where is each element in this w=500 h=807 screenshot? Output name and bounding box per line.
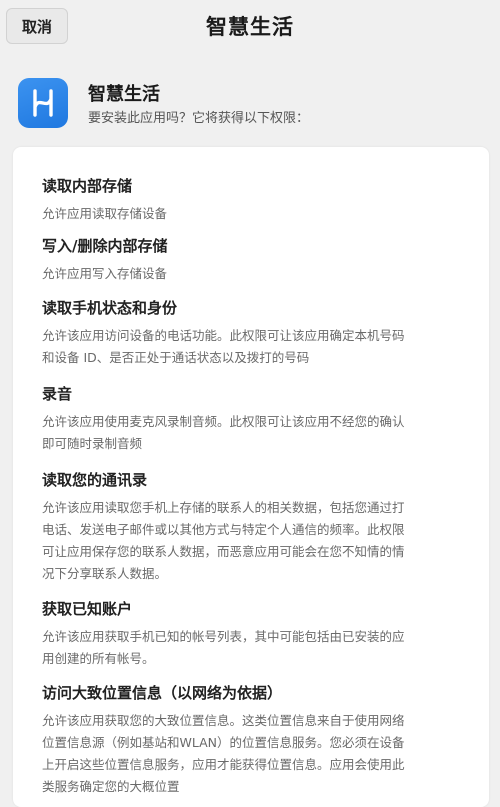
permission-description: 允许应用读取存储设备 <box>42 203 462 225</box>
permission-description-line: 允许该应用读取您手机上存储的联系人的相关数据，包括您通过打 <box>42 500 405 515</box>
permission-item-coarse-location: 访问大致位置信息（以网络为依据） 允许该应用获取您的大致位置信息。这类位置信息来… <box>42 682 462 798</box>
permission-description-line: 允许该应用访问设备的电话功能。此权限可让该应用确定本机号码 <box>42 328 405 343</box>
permission-title: 读取您的通讯录 <box>42 471 148 489</box>
permission-title: 访问大致位置信息（以网络为依据） <box>42 684 283 702</box>
permission-description-line: 类服务确定您的大概位置 <box>42 779 180 794</box>
permission-description: 允许该应用访问设备的电话功能。此权限可让该应用确定本机号码 和设备 ID、是否正… <box>42 325 462 369</box>
permission-description: 允许该应用获取手机已知的帐号列表，其中可能包括由已安装的应 用创建的所有帐号。 <box>42 626 462 670</box>
permission-description: 允许该应用获取您的大致位置信息。这类位置信息来自于使用网络 位置信息源（例如基站… <box>42 710 462 798</box>
permissions-list[interactable]: 读取内部存储 允许应用读取存储设备 写入/删除内部存储 允许应用写入存储设备 读… <box>13 147 489 807</box>
permission-item-read-storage: 读取内部存储 允许应用读取存储设备 <box>42 175 462 225</box>
permission-description: 允许该应用读取您手机上存储的联系人的相关数据，包括您通过打 电话、发送电子邮件或… <box>42 497 462 585</box>
permission-description-line: 况下分享联系人数据。 <box>42 566 168 581</box>
permission-title: 读取手机状态和身份 <box>42 299 178 317</box>
permission-description-line: 允许该应用获取您的大致位置信息。这类位置信息来自于使用网络 <box>42 713 405 728</box>
permission-description-line: 用创建的所有帐号。 <box>42 651 155 666</box>
permission-description: 允许应用写入存储设备 <box>42 263 462 285</box>
permission-description: 允许该应用使用麦克风录制音频。此权限可让该应用不经您的确认 即可随时录制音频 <box>42 411 462 455</box>
permission-description-line: 允许应用读取存储设备 <box>42 206 168 221</box>
permission-description-line: 允许该应用使用麦克风录制音频。此权限可让该应用不经您的确认 <box>42 414 405 429</box>
permission-description-line: 位置信息源（例如基站和WLAN）的位置信息服务。您必须在设备 <box>42 735 405 750</box>
page-title: 智慧生活 <box>206 15 294 39</box>
permission-item-get-accounts: 获取已知账户 允许该应用获取手机已知的帐号列表，其中可能包括由已安装的应 用创建… <box>42 598 462 670</box>
permission-description-line: 可让应用保存您的联系人数据，而恶意应用可能会在您不知情的情 <box>42 544 405 559</box>
permission-item-phone-state: 读取手机状态和身份 允许该应用访问设备的电话功能。此权限可让该应用确定本机号码 … <box>42 297 462 369</box>
smart-life-logo-icon <box>18 78 68 128</box>
permission-item-write-storage: 写入/删除内部存储 允许应用写入存储设备 <box>42 235 462 285</box>
install-question: 要安装此应用吗？它将获得以下权限： <box>88 111 310 126</box>
permission-description-line: 允许应用写入存储设备 <box>42 266 168 281</box>
permission-description-line: 即可随时录制音频 <box>42 436 143 451</box>
app-info-header: 智慧生活 要安装此应用吗？它将获得以下权限： <box>0 56 500 142</box>
permission-description-line: 上开启这些位置信息服务，应用才能获得位置信息。应用会使用此 <box>42 757 405 772</box>
top-bar: 取消 智慧生活 <box>0 0 500 56</box>
permission-description-line: 允许该应用获取手机已知的帐号列表，其中可能包括由已安装的应 <box>42 629 405 644</box>
permission-description-line: 和设备 ID、是否正处于通话状态以及拨打的号码 <box>42 350 310 365</box>
permission-item-read-contacts: 读取您的通讯录 允许该应用读取您手机上存储的联系人的相关数据，包括您通过打 电话… <box>42 469 462 585</box>
permission-item-record-audio: 录音 允许该应用使用麦克风录制音频。此权限可让该应用不经您的确认 即可随时录制音… <box>42 383 462 455</box>
permission-title: 读取内部存储 <box>42 177 133 195</box>
permission-description-line: 电话、发送电子邮件或以其他方式与特定个人通信的频率。此权限 <box>42 522 405 537</box>
permission-title: 写入/删除内部存储 <box>42 237 168 255</box>
app-name: 智慧生活 <box>88 84 160 105</box>
permission-title: 录音 <box>42 385 73 403</box>
permission-title: 获取已知账户 <box>42 600 133 618</box>
